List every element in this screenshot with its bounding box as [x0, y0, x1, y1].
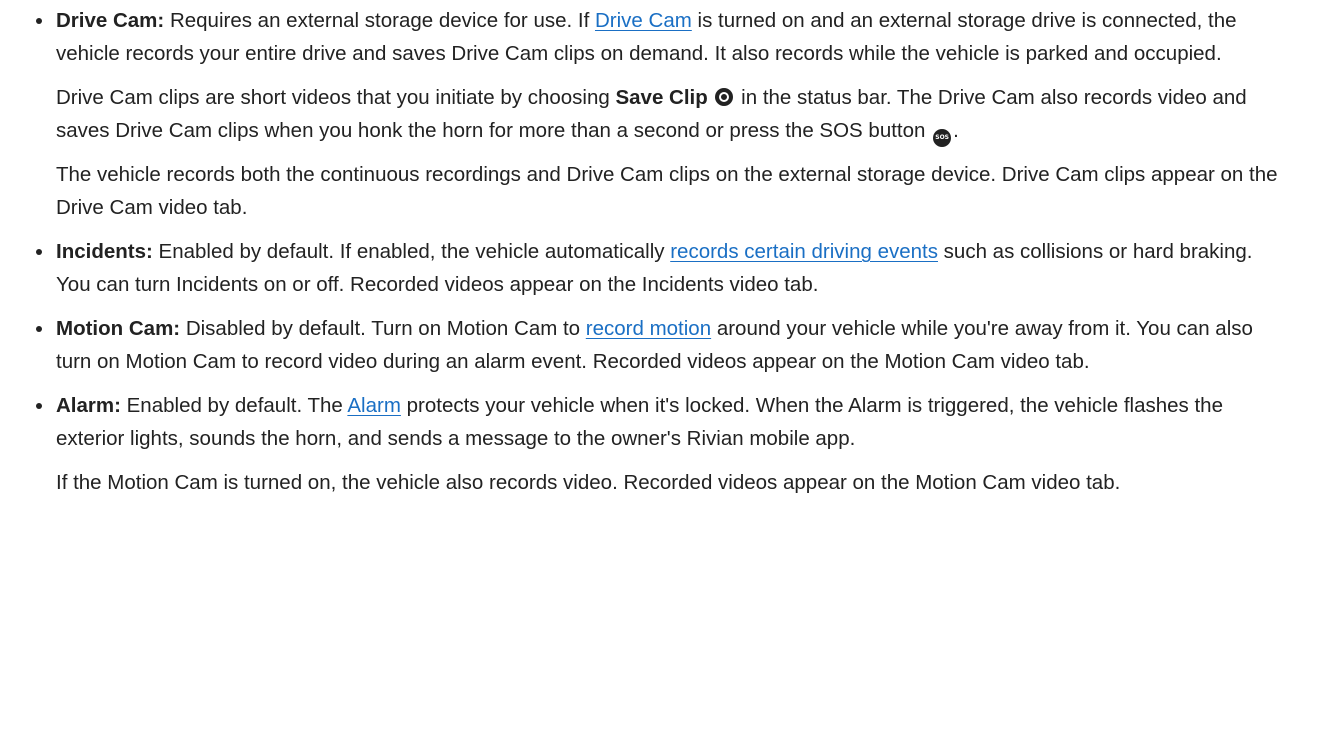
drive-cam-paragraph-3: The vehicle records both the continuous … [56, 163, 1278, 219]
motion-cam-text-a: Disabled by default. Turn on Motion Cam … [180, 317, 586, 340]
alarm-link[interactable]: Alarm [347, 394, 401, 417]
motion-cam-paragraph: Motion Cam: Disabled by default. Turn on… [56, 312, 1284, 378]
list-item-motion-cam: Motion Cam: Disabled by default. Turn on… [34, 312, 1284, 378]
record-motion-link[interactable]: record motion [586, 317, 711, 340]
feature-list: Drive Cam: Requires an external storage … [34, 4, 1284, 499]
alarm-term: Alarm: [56, 394, 121, 417]
sos-icon: SOS [933, 129, 952, 147]
records-driving-events-link[interactable]: records certain driving events [670, 240, 938, 263]
incidents-text-a: Enabled by default. If enabled, the vehi… [152, 240, 671, 263]
drive-cam-clips-text-a: Drive Cam clips are short videos that yo… [56, 86, 616, 109]
drive-cam-paragraph-2: Drive Cam clips are short videos that yo… [56, 81, 1284, 147]
alarm-paragraph-1: Alarm: Enabled by default. The Alarm pro… [56, 389, 1284, 455]
drive-cam-link[interactable]: Drive Cam [595, 9, 692, 32]
drive-cam-text-a: Requires an external storage device for … [164, 9, 595, 32]
incidents-term: Incidents: [56, 240, 153, 263]
list-item-alarm: Alarm: Enabled by default. The Alarm pro… [34, 389, 1284, 499]
drive-cam-clips-text-c: . [953, 119, 959, 142]
list-item-drive-cam: Drive Cam: Requires an external storage … [34, 4, 1284, 224]
incidents-paragraph: Incidents: Enabled by default. If enable… [56, 235, 1284, 301]
drive-cam-term: Drive Cam: [56, 9, 165, 32]
drive-cam-paragraph-1: Drive Cam: Requires an external storage … [56, 4, 1284, 70]
save-clip-label: Save Clip [615, 86, 708, 109]
alarm-text-a: Enabled by default. The [120, 394, 348, 417]
save-clip-icon [715, 88, 734, 106]
alarm-paragraph-2: If the Motion Cam is turned on, the vehi… [56, 471, 1121, 494]
list-item-incidents: Incidents: Enabled by default. If enable… [34, 235, 1284, 301]
motion-cam-term: Motion Cam: [56, 317, 181, 340]
document-body: Drive Cam: Requires an external storage … [0, 0, 1324, 499]
